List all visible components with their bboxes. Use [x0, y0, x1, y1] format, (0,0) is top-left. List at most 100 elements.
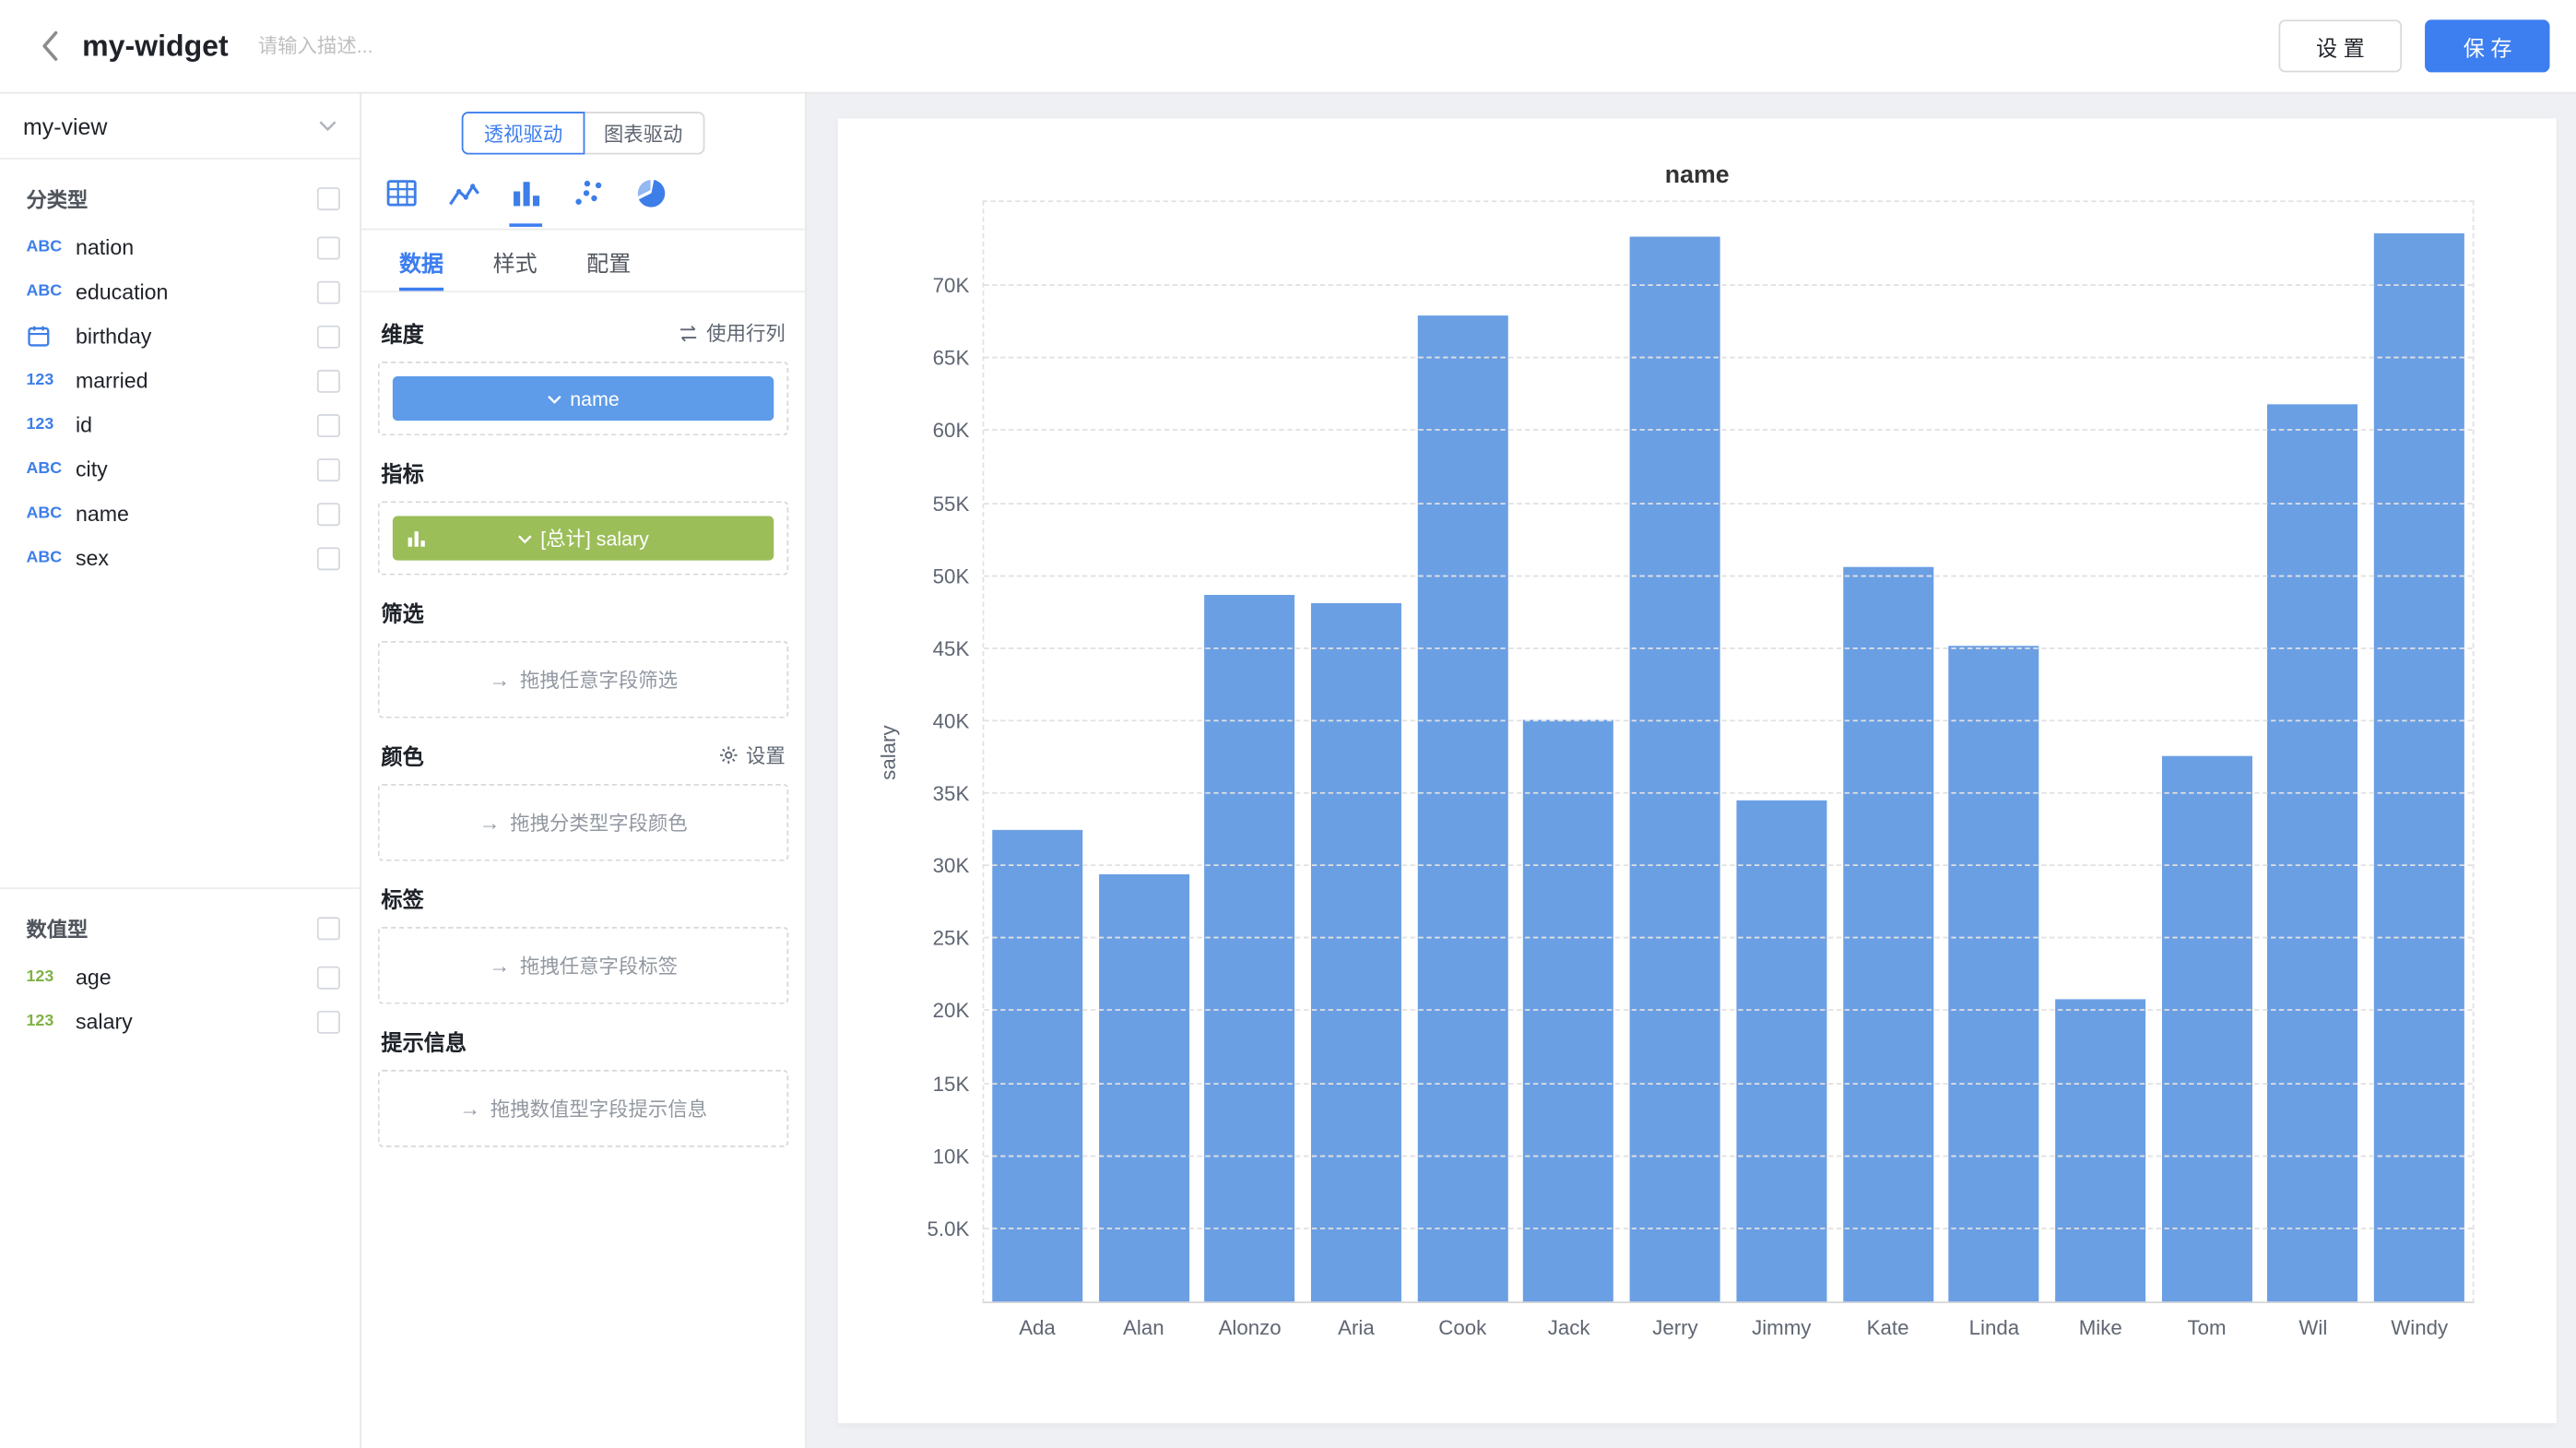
metric-dropzone[interactable]: [总计] salary — [378, 501, 788, 575]
table-chart-icon[interactable] — [383, 174, 419, 210]
y-tick-label: 25K — [933, 928, 970, 951]
gridline — [984, 285, 2472, 287]
drag-arrow-icon: → — [489, 667, 510, 692]
bar-Aria[interactable] — [1311, 604, 1401, 1301]
back-button[interactable] — [27, 23, 73, 69]
mode-chart-driven[interactable]: 图表驱动 — [583, 112, 704, 154]
field-item-sex[interactable]: ABCsex — [0, 536, 360, 580]
field-checkbox[interactable] — [317, 280, 340, 303]
bar-Mike[interactable] — [2055, 999, 2145, 1302]
bar-slot — [1835, 202, 1941, 1301]
pie-chart-icon[interactable] — [632, 174, 668, 210]
field-item-city[interactable]: ABCcity — [0, 447, 360, 492]
field-item-education[interactable]: ABCeducation — [0, 269, 360, 314]
dimension-pill-name[interactable]: name — [393, 376, 774, 421]
gridline — [984, 792, 2472, 794]
field-item-id[interactable]: 123id — [0, 403, 360, 447]
save-button[interactable]: 保 存 — [2426, 19, 2550, 72]
color-section-head: 颜色 设置 — [381, 740, 785, 771]
label-dropzone[interactable]: → 拖拽任意字段标签 — [378, 927, 788, 1004]
field-label: salary — [76, 1009, 317, 1034]
field-checkbox[interactable] — [317, 966, 340, 989]
field-item-nation[interactable]: ABCnation — [0, 225, 360, 269]
tab-data[interactable]: 数据 — [399, 230, 443, 291]
field-label: age — [76, 965, 317, 990]
gridline — [984, 503, 2472, 504]
panel-tabs: 数据 样式 配置 — [361, 230, 805, 292]
field-label: name — [76, 501, 317, 526]
numeric-field-group: 数值型 123age123salary — [0, 887, 360, 1448]
field-checkbox[interactable] — [317, 413, 340, 436]
color-settings-action[interactable]: 设置 — [718, 742, 786, 769]
x-tick-label: Jack — [1516, 1316, 1622, 1339]
numeric-field-list: 123age123salary — [0, 955, 360, 1043]
field-item-birthday[interactable]: birthday — [0, 314, 360, 358]
field-item-married[interactable]: 123married — [0, 358, 360, 402]
bar-Wil[interactable] — [2268, 404, 2358, 1301]
filter-dropzone[interactable]: → 拖拽任意字段筛选 — [378, 641, 788, 718]
label-section-title: 标签 — [381, 883, 423, 914]
field-checkbox[interactable] — [317, 236, 340, 259]
y-tick-label: 65K — [933, 348, 970, 371]
color-section-title: 颜色 — [381, 740, 423, 771]
field-checkbox[interactable] — [317, 369, 340, 392]
panel-content: 维度 使用行列 name 指标 — [361, 292, 805, 1448]
bar-slot — [1091, 202, 1197, 1301]
bar-Kate[interactable] — [1843, 568, 1933, 1302]
description-input[interactable] — [258, 34, 653, 57]
dimension-dropzone[interactable]: name — [378, 362, 788, 435]
field-checkbox[interactable] — [317, 546, 340, 569]
bar-Tom[interactable] — [2162, 756, 2252, 1301]
line-chart-icon[interactable] — [445, 174, 481, 210]
chart-card: name salary AdaAlanAlonzoAriaCookJackJer… — [838, 118, 2557, 1423]
number-type-icon: 123 — [27, 372, 76, 390]
tooltip-section-title: 提示信息 — [381, 1026, 467, 1057]
text-type-icon: ABC — [27, 549, 76, 567]
bar-Windy[interactable] — [2374, 234, 2464, 1301]
bar-Alonzo[interactable] — [1205, 595, 1295, 1301]
color-dropzone[interactable]: → 拖拽分类型字段颜色 — [378, 784, 788, 861]
calendar-icon — [27, 324, 76, 349]
numeric-group-header: 数值型 — [0, 889, 360, 955]
bar-slot — [1622, 202, 1728, 1301]
bar-slot — [1197, 202, 1303, 1301]
field-item-age[interactable]: 123age — [0, 955, 360, 999]
dataset-select[interactable]: my-view — [0, 94, 360, 160]
metric-pill-salary[interactable]: [总计] salary — [393, 516, 774, 561]
bar-Jimmy[interactable] — [1736, 800, 1826, 1301]
scatter-chart-icon[interactable] — [570, 174, 606, 210]
tooltip-dropzone[interactable]: → 拖拽数值型字段提示信息 — [378, 1070, 788, 1147]
bar-chart-icon[interactable] — [508, 174, 544, 210]
field-checkbox[interactable] — [317, 1010, 340, 1033]
field-item-salary[interactable]: 123salary — [0, 999, 360, 1043]
numeric-group-checkbox[interactable] — [317, 916, 340, 939]
use-rows-columns-action[interactable]: 使用行列 — [677, 319, 786, 347]
bar-Linda[interactable] — [1949, 646, 2039, 1301]
tab-style[interactable]: 样式 — [493, 230, 538, 291]
gridline — [984, 575, 2472, 576]
categorical-group-checkbox[interactable] — [317, 186, 340, 209]
mode-pivot-driven[interactable]: 透视驱动 — [463, 112, 585, 154]
gridline — [984, 1228, 2472, 1229]
tab-config[interactable]: 配置 — [586, 230, 631, 291]
field-checkbox[interactable] — [317, 325, 340, 348]
settings-button[interactable]: 设 置 — [2278, 19, 2403, 72]
bar-Ada[interactable] — [992, 830, 1082, 1301]
field-label: education — [76, 279, 317, 304]
x-tick-label: Tom — [2154, 1316, 2260, 1339]
field-checkbox[interactable] — [317, 502, 340, 525]
field-checkbox[interactable] — [317, 457, 340, 481]
x-tick-label: Jerry — [1622, 1316, 1728, 1339]
bar-slot — [1729, 202, 1835, 1301]
y-tick-label: 35K — [933, 782, 970, 805]
text-type-icon: ABC — [27, 282, 76, 301]
filter-section-head: 筛选 — [381, 597, 785, 628]
gridline — [984, 1010, 2472, 1012]
field-label: id — [76, 412, 317, 437]
bar-Cook[interactable] — [1417, 315, 1507, 1301]
bar-Jerry[interactable] — [1630, 237, 1720, 1301]
plot-area: salary AdaAlanAlonzoAriaCookJackJerryJim… — [983, 200, 2475, 1303]
x-tick-label: Aria — [1303, 1316, 1409, 1339]
x-tick-label: Jimmy — [1729, 1316, 1835, 1339]
field-item-name[interactable]: ABCname — [0, 492, 360, 536]
